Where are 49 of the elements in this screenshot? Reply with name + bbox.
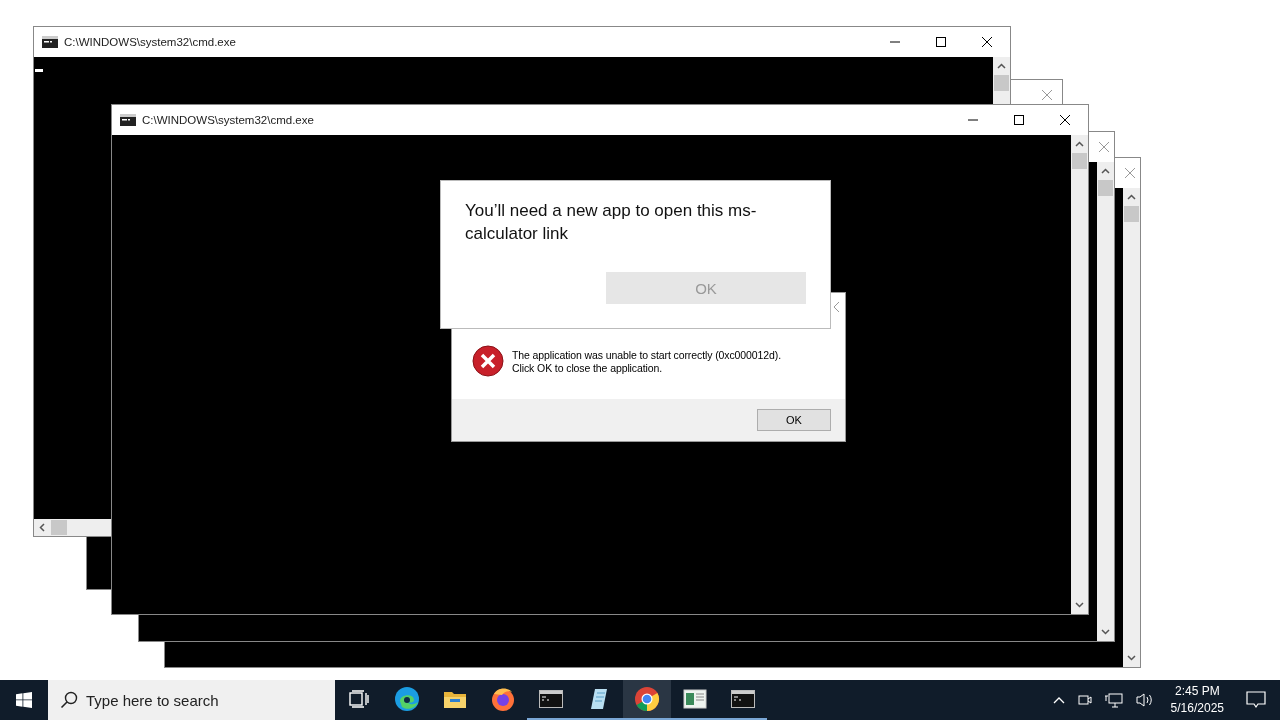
clock-time[interactable]: 2:45 PM — [1174, 683, 1220, 700]
console-icon — [120, 114, 136, 126]
close-icon[interactable] — [1099, 142, 1109, 152]
search-icon — [60, 691, 78, 709]
document-window-icon — [683, 689, 707, 709]
search-input[interactable]: Type here to search — [86, 691, 316, 709]
scroll-down-icon[interactable] — [1127, 655, 1136, 661]
console-icon — [539, 690, 563, 708]
scroll-thumb[interactable] — [51, 520, 67, 535]
scroll-thumb[interactable] — [1124, 206, 1139, 222]
scroll-up-icon[interactable] — [1101, 168, 1110, 174]
browser-logo-icon — [634, 686, 660, 712]
scroll-up-icon[interactable] — [1127, 194, 1136, 200]
task-view-icon — [349, 690, 369, 708]
search-bar[interactable]: Type here to search — [48, 680, 335, 720]
scroll-left-icon[interactable] — [39, 523, 45, 532]
close-icon — [982, 37, 992, 47]
close-icon[interactable] — [834, 302, 842, 312]
close-icon — [1060, 115, 1070, 125]
maximize-icon — [1014, 115, 1024, 125]
chevron-up-icon[interactable] — [1052, 696, 1065, 704]
error-message: The application was unable to start correctly (0xc000012d). Click OK to close the application. — [512, 348, 781, 375]
notification-icon[interactable] — [1246, 691, 1266, 709]
window-title: C:\WINDOWS\system32\cmd.exe — [64, 36, 236, 48]
camera-icon[interactable] — [1076, 692, 1093, 708]
close-icon[interactable] — [1125, 168, 1135, 178]
maximize-icon — [936, 37, 946, 47]
folder-icon — [443, 689, 467, 709]
scroll-thumb[interactable] — [994, 75, 1009, 91]
scroll-up-icon[interactable] — [1075, 141, 1084, 147]
close-icon[interactable] — [1042, 90, 1052, 100]
console-icon — [731, 690, 755, 708]
console-icon — [42, 36, 58, 48]
error-icon — [472, 345, 504, 377]
volume-icon[interactable] — [1134, 692, 1155, 708]
window-title: C:\WINDOWS\system32\cmd.exe — [142, 114, 314, 126]
taskbar-app[interactable] — [623, 680, 671, 720]
scroll-thumb[interactable] — [1098, 180, 1113, 196]
prompt-message: You’ll need a new app to open this ms-calculator link — [465, 200, 758, 245]
clock-date[interactable]: 5/16/2025 — [1170, 700, 1224, 717]
network-icon[interactable] — [1104, 692, 1123, 708]
windows-logo-icon — [16, 692, 32, 708]
fox-globe-icon — [490, 686, 516, 712]
scroll-down-icon[interactable] — [1075, 602, 1084, 608]
scroll-thumb[interactable] — [1072, 153, 1087, 169]
scroll-up-icon[interactable] — [997, 63, 1006, 69]
ok-button[interactable]: OK — [757, 409, 831, 431]
wave-logo-icon — [394, 686, 420, 712]
scroll-down-icon[interactable] — [1101, 629, 1110, 635]
